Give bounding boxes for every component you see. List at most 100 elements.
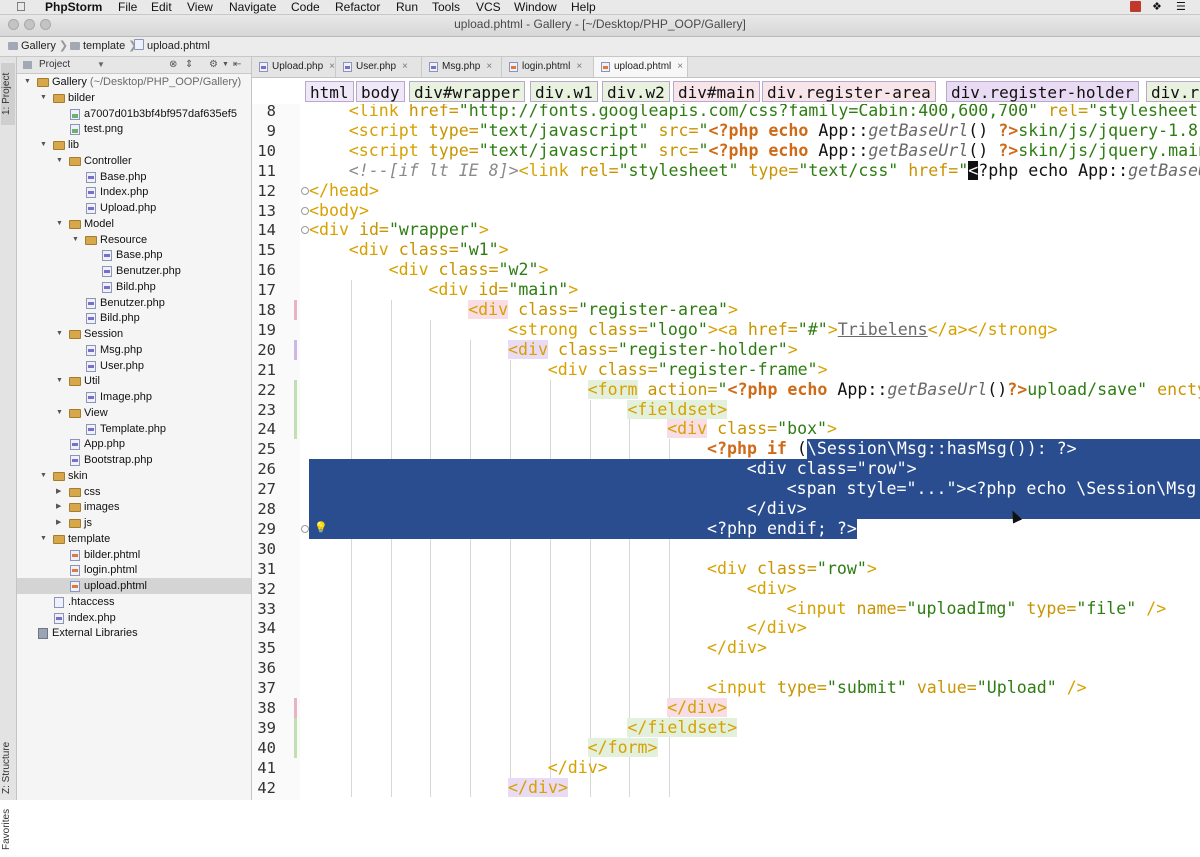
code-line[interactable]: <div class="row">: [707, 559, 877, 579]
tree-item[interactable]: upload.phtml: [17, 578, 251, 594]
tree-item[interactable]: ▶ css: [17, 484, 251, 500]
tag-path-item[interactable]: div.register-holder: [946, 81, 1140, 102]
tree-item[interactable]: login.phtml: [17, 562, 251, 578]
code-line[interactable]: </div>: [747, 499, 807, 519]
tree-item[interactable]: Template.php: [17, 421, 251, 437]
close-tab-icon[interactable]: ×: [402, 61, 408, 72]
tool-tab-project[interactable]: 1: Project: [1, 63, 15, 125]
tag-path-item[interactable]: div.w1: [530, 81, 598, 102]
tree-item[interactable]: Benutzer.php: [17, 295, 251, 311]
tree-item[interactable]: bilder.phtml: [17, 547, 251, 563]
code-line[interactable]: <?php if (\Session\Msg::hasMsg()): ?>: [707, 439, 1077, 459]
code-line[interactable]: <script type="text/javascript" src="<?ph…: [349, 141, 1200, 161]
code-line[interactable]: <span style="..."><?php echo \Session\Ms…: [787, 479, 1200, 499]
expand-arrow-open-icon[interactable]: ▼: [72, 232, 79, 248]
scroll-from-source-icon[interactable]: ⇕: [185, 57, 193, 73]
tree-item[interactable]: ▶ js: [17, 515, 251, 531]
code-line[interactable]: </fieldset>: [627, 717, 738, 738]
expand-arrow-open-icon[interactable]: ▼: [40, 468, 47, 484]
close-tab-icon[interactable]: ×: [486, 61, 492, 72]
breadcrumb-item-file[interactable]: upload.phtml: [134, 37, 210, 56]
code-line[interactable]: </div>: [548, 758, 608, 778]
menu-window[interactable]: Window: [514, 0, 557, 14]
tag-path-item[interactable]: div.r: [1146, 81, 1200, 102]
expand-arrow-open-icon[interactable]: ▼: [40, 90, 47, 106]
menu-vcs[interactable]: VCS: [476, 0, 501, 14]
code-line[interactable]: <div class="w2">: [389, 260, 549, 280]
tree-item[interactable]: ▼ Session: [17, 326, 251, 342]
tray-app-icon[interactable]: [1130, 1, 1141, 12]
tree-item[interactable]: test.png: [17, 121, 251, 137]
chevron-down-icon[interactable]: ▼: [97, 57, 105, 73]
tree-item[interactable]: Msg.php: [17, 342, 251, 358]
tag-path-item[interactable]: div.register-area: [762, 81, 936, 102]
collapse-all-icon[interactable]: ⊗: [169, 57, 177, 73]
tree-item[interactable]: Upload.php: [17, 200, 251, 216]
tag-path-item[interactable]: div#wrapper: [409, 81, 525, 102]
menu-refactor[interactable]: Refactor: [335, 0, 380, 14]
code-line[interactable]: <div>: [747, 579, 797, 599]
chevron-down-icon[interactable]: ▼: [222, 57, 229, 73]
menu-tools[interactable]: Tools: [432, 0, 460, 14]
code-line[interactable]: <input type="submit" value="Upload" />: [707, 678, 1087, 698]
tree-item[interactable]: index.php: [17, 610, 251, 626]
apple-icon[interactable]: : [16, 0, 26, 14]
menu-navigate[interactable]: Navigate: [229, 0, 276, 14]
tree-item[interactable]: User.php: [17, 358, 251, 374]
code-line[interactable]: <div class="register-holder">: [508, 339, 798, 360]
menu-file[interactable]: File: [118, 0, 137, 14]
tree-item[interactable]: Base.php: [17, 247, 251, 263]
tree-item[interactable]: Bootstrap.php: [17, 452, 251, 468]
tag-path-item[interactable]: div.w2: [602, 81, 670, 102]
tray-menu-icon[interactable]: ☰: [1176, 1, 1186, 13]
dropbox-icon[interactable]: ❖: [1152, 1, 1162, 13]
code-editor[interactable]: 8 9 10 11 12 13 14 15 16 17 18 19 20 21 22 23 24 25 26 27 28…: [252, 104, 1200, 800]
tree-item[interactable]: ▼ lib: [17, 137, 251, 153]
tree-item[interactable]: ▼ Resource: [17, 232, 251, 248]
expand-arrow-open-icon[interactable]: ▼: [40, 531, 47, 547]
gear-icon[interactable]: ⚙: [209, 57, 218, 73]
expand-arrow-open-icon[interactable]: ▼: [56, 326, 63, 342]
code-line[interactable]: </div>: [747, 618, 807, 638]
fold-marker-icon[interactable]: [301, 206, 309, 215]
editor-tab[interactable]: Upload.php ×: [252, 57, 336, 77]
editor-tab[interactable]: User.php ×: [336, 57, 422, 77]
menu-code[interactable]: Code: [291, 0, 320, 14]
code-line[interactable]: </form>: [587, 737, 658, 758]
code-line[interactable]: <!--[if lt IE 8]><link rel="stylesheet" …: [349, 160, 1200, 181]
code-line[interactable]: <body>: [309, 201, 369, 221]
tree-item[interactable]: ▼ Model: [17, 216, 251, 232]
tool-tab-favorites[interactable]: Favorites: [1, 801, 15, 857]
menu-view[interactable]: View: [187, 0, 213, 14]
tool-tab-structure[interactable]: Z: Structure: [1, 737, 15, 799]
code-line[interactable]: <input name="uploadImg" type="file" />: [787, 599, 1167, 619]
hide-panel-icon[interactable]: ⇤: [233, 57, 241, 73]
code-line[interactable]: <fieldset>: [627, 399, 728, 420]
close-tab-icon[interactable]: ×: [576, 61, 582, 72]
tree-item[interactable]: a7007d01b3bf4bf957daf635ef5: [17, 106, 251, 122]
tree-item[interactable]: Index.php: [17, 184, 251, 200]
breadcrumb-item-project[interactable]: Gallery ❯: [8, 37, 68, 56]
editor-tab[interactable]: login.phtml ×: [502, 57, 594, 77]
close-tab-icon[interactable]: ×: [677, 61, 683, 72]
expand-arrow-open-icon[interactable]: ▼: [24, 74, 31, 90]
code-line[interactable]: <div id="main">: [428, 280, 578, 300]
fold-marker-icon[interactable]: [301, 226, 309, 235]
tag-path-item[interactable]: html: [305, 81, 354, 102]
tree-item[interactable]: ▼ skin: [17, 468, 251, 484]
code-line[interactable]: <div class="register-area">: [468, 300, 738, 320]
menu-edit[interactable]: Edit: [151, 0, 172, 14]
expand-arrow-open-icon[interactable]: ▼: [56, 405, 63, 421]
tree-item[interactable]: ▼ Gallery (~/Desktop/PHP_OOP/Gallery): [17, 74, 251, 90]
code-line[interactable]: </head>: [309, 181, 379, 201]
tree-item[interactable]: External Libraries: [17, 625, 251, 641]
close-tab-icon[interactable]: ×: [329, 61, 335, 72]
project-view-selector[interactable]: Project: [39, 57, 70, 73]
tree-item[interactable]: App.php: [17, 436, 251, 452]
code-line[interactable]: <script type="text/javascript" src="<?ph…: [349, 121, 1200, 141]
expand-arrow-closed-icon[interactable]: ▶: [56, 515, 61, 531]
expand-arrow-open-icon[interactable]: ▼: [56, 216, 63, 232]
tree-item[interactable]: ▼ Controller: [17, 153, 251, 169]
code-line[interactable]: </div>: [508, 777, 568, 798]
breadcrumb-item-folder[interactable]: template ❯: [70, 37, 137, 56]
